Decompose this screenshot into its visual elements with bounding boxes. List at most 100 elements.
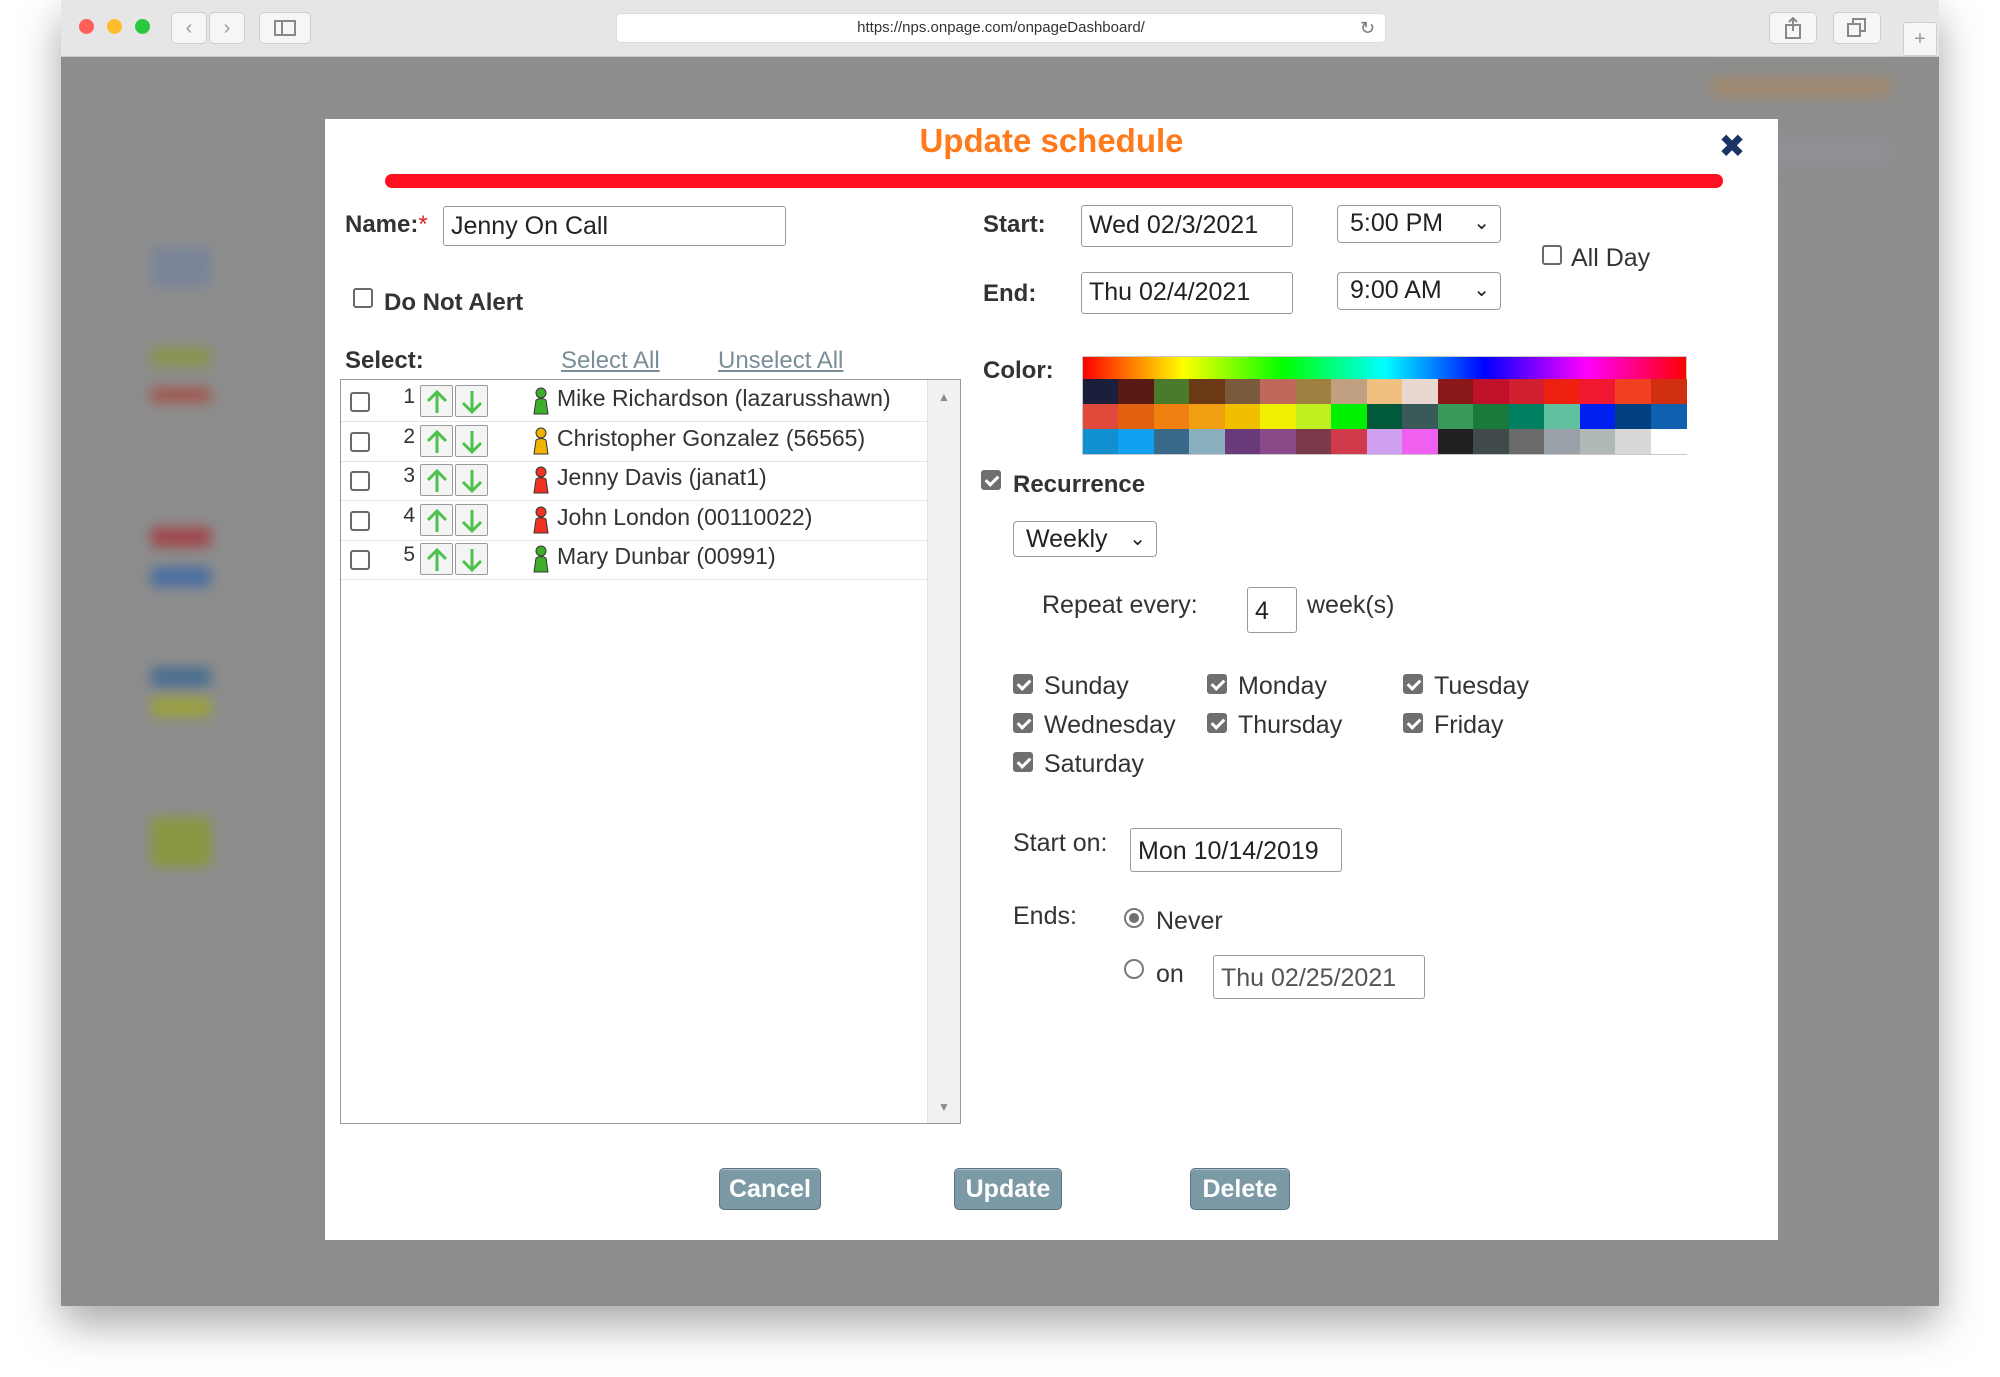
weekday-checkbox-sunday[interactable] — [1013, 674, 1033, 694]
move-up-button[interactable] — [420, 543, 453, 575]
weekday-checkbox-thursday[interactable] — [1207, 713, 1227, 733]
color-swatch[interactable] — [1508, 429, 1545, 454]
color-swatch[interactable] — [1402, 379, 1439, 404]
color-swatch[interactable] — [1189, 379, 1226, 404]
end-time-select[interactable]: 9:00 AM ⌄ — [1337, 272, 1501, 310]
color-swatch[interactable] — [1083, 404, 1119, 429]
color-swatch[interactable] — [1473, 404, 1510, 429]
color-swatch[interactable] — [1224, 404, 1261, 429]
move-up-button[interactable] — [420, 503, 453, 536]
move-up-button[interactable] — [420, 464, 453, 496]
new-tab-button[interactable]: + — [1903, 22, 1937, 56]
unselect-all-link[interactable]: Unselect All — [718, 347, 843, 375]
recipient-row[interactable]: 5 Mary Dunbar (00991) — [341, 540, 927, 580]
recipient-row[interactable]: 3 Jenny Davis (janat1) — [341, 461, 927, 501]
recipient-row[interactable]: 2 Christopher Gonzalez (56565) — [341, 422, 927, 462]
recipient-checkbox[interactable] — [350, 471, 370, 491]
color-swatch[interactable] — [1260, 404, 1297, 429]
recipient-list[interactable]: 1 Mike Richardson (lazarusshawn) 2 Christop… — [340, 379, 961, 1124]
color-swatch[interactable] — [1544, 429, 1581, 454]
color-swatch[interactable] — [1650, 404, 1687, 429]
move-down-button[interactable] — [455, 424, 488, 457]
color-swatch[interactable] — [1650, 379, 1687, 404]
move-up-button[interactable] — [420, 424, 453, 457]
color-swatch[interactable] — [1366, 429, 1403, 454]
delete-button[interactable]: Delete — [1190, 1168, 1290, 1210]
start-date-input[interactable]: Wed 02/3/2021 — [1081, 205, 1293, 247]
move-down-button[interactable] — [455, 503, 488, 536]
color-palette[interactable] — [1082, 356, 1687, 455]
color-swatch[interactable] — [1153, 379, 1190, 404]
schedule-name-input[interactable]: Jenny On Call — [443, 206, 786, 246]
color-swatch[interactable] — [1118, 429, 1155, 454]
start-time-select[interactable]: 5:00 PM ⌄ — [1337, 205, 1501, 243]
color-swatch[interactable] — [1579, 379, 1616, 404]
color-gradient-bar[interactable] — [1083, 357, 1686, 379]
ends-on-radio[interactable] — [1124, 959, 1144, 979]
color-swatch[interactable] — [1153, 404, 1190, 429]
ends-on-date-input[interactable]: Thu 02/25/2021 — [1213, 955, 1425, 999]
color-swatch[interactable] — [1437, 429, 1474, 454]
color-swatch[interactable] — [1579, 404, 1616, 429]
color-swatch[interactable] — [1331, 379, 1368, 404]
weekday-checkbox-saturday[interactable] — [1013, 752, 1033, 772]
recurrence-checkbox[interactable] — [981, 470, 1001, 490]
move-down-button[interactable] — [455, 385, 488, 417]
color-swatch[interactable] — [1437, 404, 1474, 429]
recipient-checkbox[interactable] — [350, 550, 370, 570]
recipient-checkbox[interactable] — [350, 431, 370, 452]
color-swatch[interactable] — [1083, 429, 1119, 454]
address-bar[interactable]: https://nps.onpage.com/onpageDashboard/ … — [616, 13, 1386, 43]
color-swatch[interactable] — [1579, 429, 1616, 454]
forward-button[interactable]: › — [209, 12, 245, 44]
color-swatch[interactable] — [1295, 429, 1332, 454]
move-down-button[interactable] — [455, 543, 488, 575]
frequency-select[interactable]: Weekly ⌄ — [1013, 521, 1157, 557]
weekday-checkbox-monday[interactable] — [1207, 674, 1227, 694]
color-swatch[interactable] — [1224, 379, 1261, 404]
recipient-row[interactable]: 1 Mike Richardson (lazarusshawn) — [341, 382, 927, 422]
color-swatch[interactable] — [1402, 404, 1439, 429]
color-swatch[interactable] — [1508, 404, 1545, 429]
color-swatch[interactable] — [1331, 429, 1368, 454]
recipient-row[interactable]: 4 John London (00110022) — [341, 501, 927, 541]
weekday-checkbox-tuesday[interactable] — [1403, 674, 1423, 694]
start-on-input[interactable]: Mon 10/14/2019 — [1130, 828, 1342, 872]
color-swatch[interactable] — [1260, 429, 1297, 454]
minimize-window-button[interactable] — [107, 19, 122, 34]
scroll-up-icon[interactable]: ▲ — [938, 390, 950, 404]
color-swatch[interactable] — [1260, 379, 1297, 404]
color-swatch[interactable] — [1295, 404, 1332, 429]
color-swatch[interactable] — [1331, 404, 1368, 429]
color-swatch[interactable] — [1366, 404, 1403, 429]
color-swatch[interactable] — [1544, 404, 1581, 429]
repeat-interval-input[interactable]: 4 — [1247, 587, 1297, 633]
weekday-checkbox-friday[interactable] — [1403, 713, 1423, 733]
share-button[interactable] — [1769, 12, 1817, 44]
color-swatch[interactable] — [1402, 429, 1439, 454]
reload-icon[interactable]: ↻ — [1360, 14, 1375, 42]
color-swatch[interactable] — [1437, 379, 1474, 404]
scroll-down-icon[interactable]: ▼ — [938, 1100, 950, 1114]
zoom-window-button[interactable] — [135, 19, 150, 34]
color-swatch[interactable] — [1118, 379, 1155, 404]
back-button[interactable]: ‹ — [171, 12, 207, 44]
close-window-button[interactable] — [79, 19, 94, 34]
do-not-alert-checkbox[interactable] — [353, 288, 373, 308]
color-swatch[interactable] — [1118, 404, 1155, 429]
move-up-button[interactable] — [420, 385, 453, 417]
color-swatch[interactable] — [1189, 429, 1226, 454]
move-down-button[interactable] — [455, 464, 488, 496]
color-swatch[interactable] — [1153, 429, 1190, 454]
color-swatch[interactable] — [1615, 429, 1652, 454]
color-swatch[interactable] — [1615, 379, 1652, 404]
color-swatch[interactable] — [1650, 429, 1687, 454]
end-date-input[interactable]: Thu 02/4/2021 — [1081, 272, 1293, 314]
weekday-checkbox-wednesday[interactable] — [1013, 713, 1033, 733]
color-swatch[interactable] — [1083, 379, 1119, 404]
close-dialog-button[interactable]: ✖ — [1715, 129, 1749, 163]
color-swatch[interactable] — [1508, 379, 1545, 404]
cancel-button[interactable]: Cancel — [719, 1168, 821, 1210]
ends-never-radio[interactable] — [1124, 908, 1144, 928]
all-day-checkbox[interactable] — [1542, 245, 1562, 265]
